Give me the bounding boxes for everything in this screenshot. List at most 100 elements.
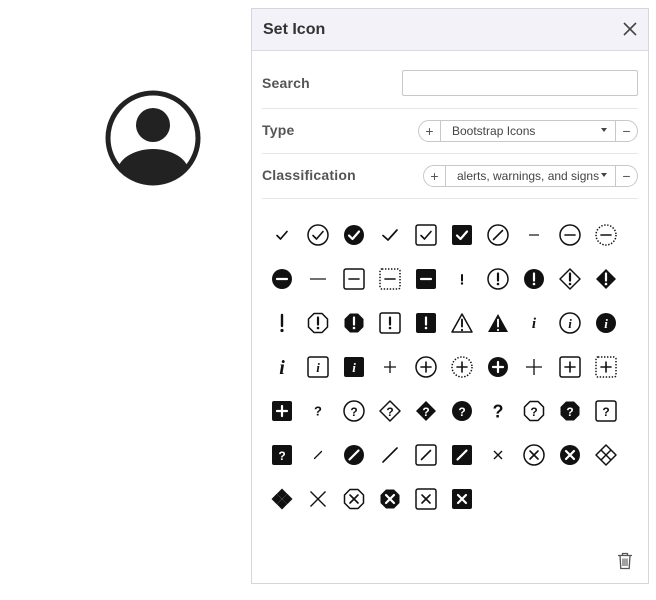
icon-option[interactable]: ? [480,389,516,433]
question-square-icon: ? [595,400,617,422]
icon-option[interactable]: ? [336,389,372,433]
svg-text:i: i [279,357,285,379]
icon-option[interactable] [336,477,372,521]
icon-option[interactable] [264,477,300,521]
dash-square-dotted-icon [379,268,401,290]
icon-option[interactable]: ? [516,389,552,433]
icon-option[interactable] [588,345,624,389]
svg-text:?: ? [602,405,609,419]
icon-option[interactable] [372,301,408,345]
type-dropdown[interactable]: Bootstrap Icons [440,121,616,141]
icon-option[interactable] [444,257,480,301]
classification-dropdown[interactable]: alerts, warnings, and signs [445,166,616,186]
icon-option[interactable] [480,213,516,257]
icon-option[interactable] [588,213,624,257]
icon-option[interactable] [300,257,336,301]
exclamation-square-fill-icon [416,313,436,333]
icon-option[interactable] [264,257,300,301]
check-square-fill-icon [452,225,472,245]
icon-option[interactable] [588,433,624,477]
icon-option[interactable] [300,433,336,477]
icon-option[interactable] [372,477,408,521]
icon-option[interactable]: i [300,345,336,389]
slash-square-icon [415,444,437,466]
icon-option[interactable] [480,345,516,389]
icon-option[interactable] [480,433,516,477]
icon-option[interactable]: ? [372,389,408,433]
dash-lg-icon [310,278,326,280]
classification-remove-button[interactable]: − [616,166,637,186]
type-remove-button[interactable]: − [616,121,637,141]
icon-option[interactable]: i [264,345,300,389]
icon-option[interactable] [516,213,552,257]
svg-text:?: ? [458,405,465,419]
icon-option[interactable]: ? [408,389,444,433]
icon-option[interactable] [444,477,480,521]
dash-circle-dotted-icon [595,224,617,246]
icon-option[interactable] [300,301,336,345]
icon-option[interactable] [552,213,588,257]
icon-option[interactable] [444,345,480,389]
info-circle-icon: i [559,312,581,334]
icon-option[interactable] [336,257,372,301]
question-octagon-icon: ? [523,400,545,422]
icon-option[interactable] [372,257,408,301]
icon-option[interactable]: i [336,345,372,389]
icon-option[interactable] [264,389,300,433]
icon-option[interactable]: ? [552,389,588,433]
search-row: Search [262,59,638,109]
icon-option[interactable] [408,433,444,477]
icon-option[interactable] [336,433,372,477]
icon-option[interactable]: i [588,301,624,345]
icon-option[interactable] [300,477,336,521]
exclamation-icon [460,274,464,285]
icon-option[interactable]: ? [444,389,480,433]
icon-option[interactable] [264,213,300,257]
icon-option[interactable] [408,477,444,521]
icon-option[interactable] [516,257,552,301]
info-icon: i [532,316,537,332]
icon-option[interactable] [516,345,552,389]
icon-option[interactable] [408,301,444,345]
icon-option[interactable] [480,257,516,301]
icon-option[interactable]: ? [300,389,336,433]
icon-option[interactable]: i [552,301,588,345]
icon-option[interactable]: ? [264,433,300,477]
icon-option[interactable]: i [516,301,552,345]
icon-option[interactable] [444,213,480,257]
icon-option[interactable] [480,301,516,345]
icon-option[interactable] [300,213,336,257]
type-row: Type + Bootstrap Icons − [262,109,638,154]
plus-circle-fill-icon [488,357,508,377]
icon-option[interactable]: ? [588,389,624,433]
x-octagon-icon [343,488,365,510]
question-lg-icon: ? [493,402,504,422]
icon-option[interactable] [552,433,588,477]
icon-option[interactable] [552,345,588,389]
search-input[interactable] [402,70,638,96]
icon-option[interactable] [516,433,552,477]
plus-icon [384,361,396,373]
classification-add-button[interactable]: + [424,166,445,186]
icon-option[interactable] [444,301,480,345]
close-icon[interactable] [622,21,638,37]
icon-option[interactable] [552,257,588,301]
icon-option[interactable] [408,213,444,257]
icon-option[interactable] [264,301,300,345]
icon-option[interactable] [408,257,444,301]
icon-option[interactable] [408,345,444,389]
icon-option[interactable] [444,433,480,477]
svg-text:?: ? [350,405,357,419]
question-icon: ? [314,404,322,419]
icon-option[interactable] [372,345,408,389]
x-circle-fill-icon [560,445,580,465]
icon-option[interactable] [336,213,372,257]
icon-option[interactable] [336,301,372,345]
icon-option[interactable] [372,213,408,257]
trash-icon[interactable] [617,552,633,570]
classification-value: alerts, warnings, and signs [457,169,600,183]
classification-row: Classification + alerts, warnings, and s… [262,154,638,199]
icon-option[interactable] [588,257,624,301]
type-add-button[interactable]: + [419,121,440,141]
icon-option[interactable] [372,433,408,477]
